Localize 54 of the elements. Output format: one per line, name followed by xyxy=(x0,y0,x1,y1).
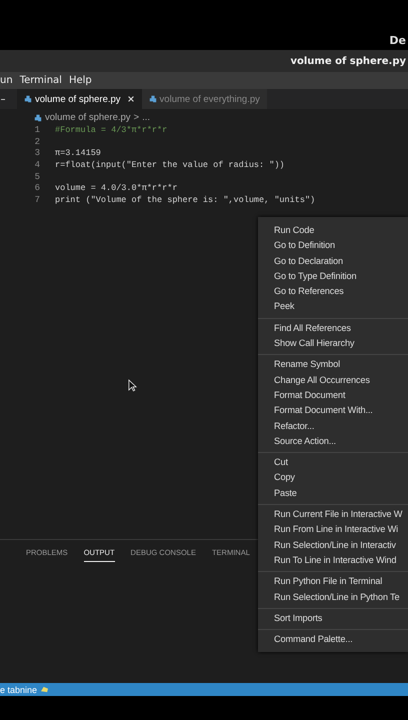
context-menu-item[interactable]: Go to Declaration xyxy=(258,254,408,269)
menu-item[interactable]: un xyxy=(0,75,13,86)
breadcrumb-symbol[interactable]: ... xyxy=(142,112,150,123)
top-bar-text: De xyxy=(389,34,406,47)
menu-item[interactable]: Terminal xyxy=(20,75,62,86)
context-menu-item[interactable]: Run To Line in Interactive Wind xyxy=(258,552,408,568)
code-line: volume = 4.0/3.0*π*r*r*r xyxy=(55,183,178,194)
context-menu-item[interactable]: Copy xyxy=(258,470,408,486)
context-menu-item[interactable]: Sort Imports xyxy=(258,610,408,626)
context-menu-item[interactable]: Refactor... xyxy=(258,418,408,434)
code-line: #Formula = 4/3*π*r*r*r xyxy=(55,124,168,135)
context-menu-item[interactable]: Source Action... xyxy=(258,434,408,450)
context-menu-item[interactable]: Go to Type Definition xyxy=(258,268,408,284)
code-line: print ("Volume of the sphere is: ",volume, "units") xyxy=(55,194,316,205)
dash-icon xyxy=(1,98,5,100)
context-menu-item[interactable]: Run Code xyxy=(258,223,408,238)
context-menu-item[interactable]: Run Selection/Line in Interactiv xyxy=(258,538,408,553)
line-number: 2 xyxy=(34,136,40,147)
context-menu-item[interactable]: Paste xyxy=(258,486,408,502)
python-file-icon xyxy=(148,95,157,103)
breadcrumb-file[interactable]: volume of sphere.py xyxy=(45,112,131,123)
context-menu-item[interactable]: Peek xyxy=(258,299,408,315)
line-number: 3 xyxy=(34,148,40,158)
breadcrumb-separator: > xyxy=(134,112,140,123)
context-menu-item[interactable]: Run From Line in Interactive Wi xyxy=(258,522,408,538)
line-number: 4 xyxy=(34,160,40,170)
python-file-icon xyxy=(34,114,42,122)
code-line: r=float(input("Enter the value of radius: ")) xyxy=(55,160,285,170)
context-menu-item[interactable]: Format Document With... xyxy=(258,403,408,419)
context-menu-item[interactable]: Command Palette... xyxy=(258,632,408,648)
context-menu-item[interactable]: Run Current File in Interactive W xyxy=(258,507,408,522)
mouse-pointer-icon xyxy=(128,379,137,392)
code-line: π=3.14159 xyxy=(55,148,101,158)
context-menu-item[interactable]: Run Selection/Line in Python Te xyxy=(258,590,408,605)
context-menu-item[interactable]: Find All References xyxy=(258,320,408,336)
context-menu-item[interactable]: Go to References xyxy=(258,284,408,300)
context-menu-item[interactable]: Show Call Hierarchy xyxy=(258,336,408,352)
line-number: 7 xyxy=(34,194,40,205)
close-icon[interactable] xyxy=(126,95,135,103)
menu-item[interactable]: Help xyxy=(68,75,92,86)
context-menu-item[interactable]: Change All Occurrences xyxy=(258,372,408,388)
context-menu-item[interactable]: Run Python File in Terminal xyxy=(258,574,408,590)
context-menu-item[interactable]: Cut xyxy=(258,455,408,470)
context-menu-item[interactable]: Rename Symbol xyxy=(258,357,408,373)
line-number: 5 xyxy=(34,172,40,182)
status-text[interactable]: e tabnine xyxy=(0,684,38,694)
context-menu-item[interactable]: Go to Definition xyxy=(258,238,408,254)
editor-tab[interactable]: volume of sphere.py xyxy=(17,89,142,109)
line-number: 6 xyxy=(34,183,40,194)
line-number: 1 xyxy=(34,124,40,135)
python-file-icon xyxy=(24,95,32,103)
window-title: volume of sphere.py xyxy=(290,56,406,66)
editor-tab[interactable]: volume of everything.py xyxy=(142,89,267,109)
context-menu-item[interactable]: Format Document xyxy=(258,388,408,404)
